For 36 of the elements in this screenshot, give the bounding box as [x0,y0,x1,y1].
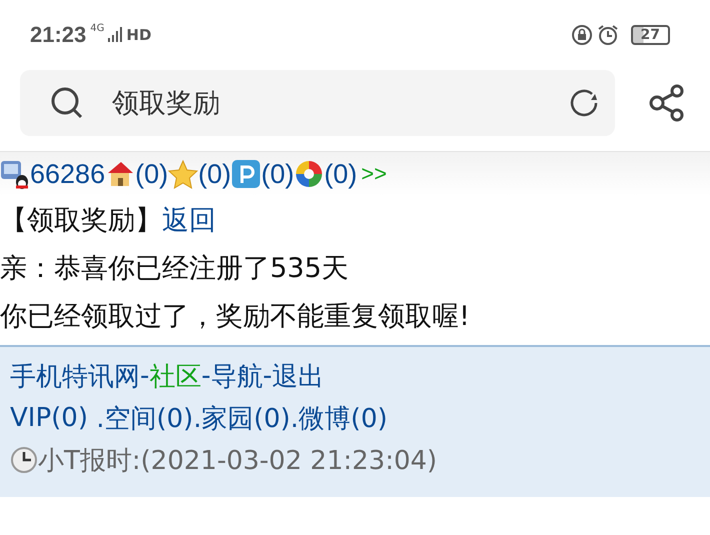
count-link[interactable]: (0) [324,158,358,190]
network-label: 4G [90,22,104,34]
back-link[interactable]: 返回 [162,202,216,238]
hd-label: HD [126,26,152,44]
clock-text: 小T报时:(2021-03-02 21:23:04) [38,444,438,478]
nav-separator: - [262,361,272,391]
clock-icon [10,446,38,474]
page-title: 领取奖励 [112,87,220,121]
count-link[interactable]: (0) [198,158,232,190]
share-icon[interactable] [649,84,685,122]
signal-icon [108,27,122,43]
p-logo-icon[interactable] [231,159,262,189]
section-title: 【领取奖励】 [0,204,162,238]
count-link[interactable]: .家园(0) [193,400,290,436]
nav-link[interactable]: 退出 [272,358,324,394]
count-link[interactable]: (0) [261,158,294,190]
nav-link[interactable]: 手机特讯网 [10,358,140,394]
lock-icon [570,24,593,46]
status-time: 21:23 [30,22,86,48]
nav-link[interactable]: 导航 [210,358,263,394]
nav-separator: - [140,361,150,391]
user-id-link[interactable]: 66286 [30,158,106,190]
count-link[interactable]: VIP(0) [10,403,96,433]
user-icon [0,159,30,189]
message-text: 亲：恭喜你已经注册了535天 [0,252,350,286]
count-link[interactable]: (0) [135,158,168,190]
alarm-icon [596,24,619,46]
star-icon[interactable] [168,159,198,189]
message-text: 你已经领取过了，奖励不能重复领取喔! [0,300,471,334]
swirl-icon[interactable] [294,159,324,189]
search-icon[interactable] [50,86,84,120]
count-link[interactable]: .空间(0) [96,400,194,436]
count-link[interactable]: .微博(0) [290,400,388,436]
battery-indicator: 27 [630,25,670,45]
nav-separator: - [201,361,211,391]
address-bar[interactable]: 领取奖励 [20,70,615,136]
